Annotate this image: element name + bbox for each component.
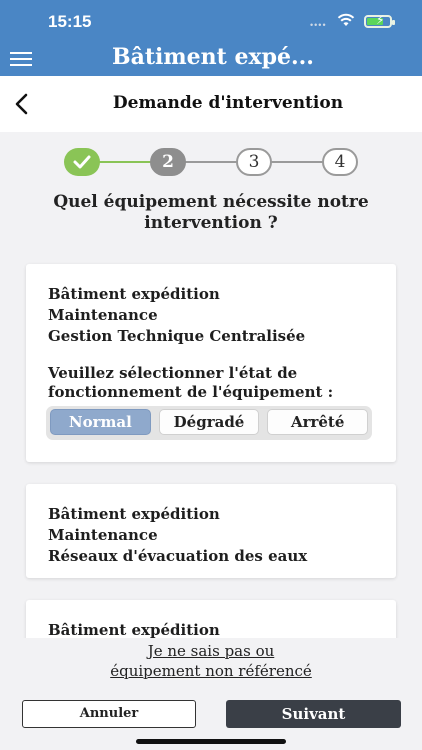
checkmark-icon [73, 155, 91, 169]
nav-bar: Demande d'intervention [0, 76, 422, 132]
operating-state-selector: Normal Dégradé Arrêté [46, 406, 372, 440]
step-4: 4 [322, 148, 358, 176]
state-option-degraded[interactable]: Dégradé [158, 409, 260, 435]
step-connector-3 [270, 161, 324, 163]
card-equipment: Réseaux d'évacuation des eaux [48, 547, 308, 565]
card-building: Bâtiment expédition [48, 285, 220, 303]
app-title: Bâtiment expé... [112, 44, 314, 70]
charging-icon: ⚡ [376, 13, 385, 27]
state-prompt: Veuillez sélectionner l'état de fonction… [48, 364, 334, 401]
step-1-completed [64, 148, 100, 176]
unknown-equipment-link[interactable]: Je ne sais pas ou équipement non référen… [0, 641, 422, 681]
unknown-link-line-2: équipement non référencé [110, 662, 312, 680]
progress-stepper: 2 3 4 [0, 144, 422, 180]
card-equipment: Gestion Technique Centralisée [48, 327, 306, 345]
equipment-list[interactable]: Bâtiment expédition Maintenance Gestion … [0, 252, 422, 638]
equipment-card-3[interactable]: Bâtiment expédition [26, 600, 396, 638]
state-option-stopped[interactable]: Arrêté [267, 409, 369, 435]
step-2-current: 2 [150, 148, 186, 176]
signal-dots-icon: •••• [310, 20, 327, 30]
cancel-button[interactable]: Annuler [22, 700, 196, 728]
home-indicator[interactable] [136, 739, 286, 744]
step-connector-1 [98, 161, 152, 163]
equipment-card-2[interactable]: Bâtiment expédition Maintenance Réseaux … [26, 484, 396, 578]
unknown-link-line-1: Je ne sais pas ou [147, 642, 275, 660]
app-header: 15:15 •••• ⚡ Bâtiment expé... [0, 0, 422, 76]
step-3: 3 [236, 148, 272, 176]
next-button[interactable]: Suivant [226, 700, 401, 728]
wifi-icon [337, 13, 355, 26]
card-building: Bâtiment expédition [48, 621, 220, 638]
status-time: 15:15 [48, 12, 92, 31]
question-heading: Quel équipement nécessite notre interven… [53, 192, 369, 233]
card-building: Bâtiment expédition [48, 505, 220, 523]
page-title: Demande d'intervention [112, 93, 344, 113]
state-option-normal[interactable]: Normal [50, 409, 151, 435]
step-connector-2 [184, 161, 238, 163]
card-category: Maintenance [48, 526, 158, 544]
card-category: Maintenance [48, 306, 158, 324]
equipment-card-1[interactable]: Bâtiment expédition Maintenance Gestion … [26, 264, 396, 462]
